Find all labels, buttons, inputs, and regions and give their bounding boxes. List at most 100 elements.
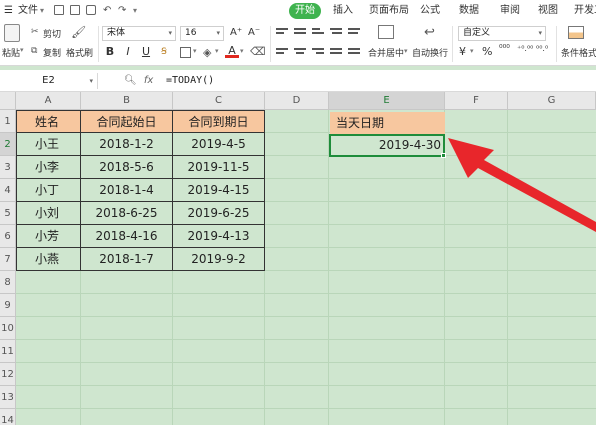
tab-review[interactable]: 审阅 <box>500 4 520 18</box>
currency-dropdown-icon[interactable]: ▾ <box>470 47 474 55</box>
bold-button[interactable]: B <box>103 45 117 59</box>
file-menu[interactable]: 文件 <box>18 4 38 18</box>
font-grow-button[interactable]: A⁺ <box>230 27 242 38</box>
paste-dropdown-icon[interactable]: ▾ <box>20 46 24 54</box>
redo-icon[interactable]: ↷ <box>118 4 126 18</box>
column-header-f[interactable]: F <box>445 92 508 110</box>
cell-c1[interactable]: 合同到期日 <box>173 110 265 133</box>
cell-c4[interactable]: 2019-4-15 <box>173 179 265 202</box>
row-header-9[interactable]: 9 <box>0 294 16 317</box>
underline-button[interactable]: U <box>139 45 153 59</box>
row-header-10[interactable]: 10 <box>0 317 16 340</box>
cell-b4[interactable]: 2018-1-4 <box>81 179 173 202</box>
menu-icon[interactable]: ☰ <box>4 4 13 18</box>
cell-c6[interactable]: 2019-4-13 <box>173 225 265 248</box>
cell-a2[interactable]: 小王 <box>16 133 81 156</box>
border-dropdown-icon[interactable]: ▾ <box>193 47 197 55</box>
undo-icon[interactable]: ↶ <box>103 4 111 18</box>
column-header-c[interactable]: C <box>173 92 265 110</box>
cell-b2[interactable]: 2018-1-2 <box>81 133 173 156</box>
cell-a4[interactable]: 小丁 <box>16 179 81 202</box>
row-header-6[interactable]: 6 <box>0 225 16 248</box>
border-icon[interactable] <box>180 47 191 58</box>
row-header-13[interactable]: 13 <box>0 386 16 409</box>
row-header-11[interactable]: 11 <box>0 340 16 363</box>
cell-c3[interactable]: 2019-11-5 <box>173 156 265 179</box>
row-header-1[interactable]: 1 <box>0 110 16 133</box>
row-header-7[interactable]: 7 <box>0 248 16 271</box>
outdent-icon[interactable] <box>348 28 360 38</box>
thousands-separator-button[interactable]: ⁰⁰⁰ <box>499 44 510 54</box>
tab-formula[interactable]: 公式 <box>420 4 440 18</box>
font-color-button[interactable]: A <box>225 44 239 58</box>
cell-c5[interactable]: 2019-6-25 <box>173 202 265 225</box>
tab-data[interactable]: 数据 <box>459 4 479 18</box>
column-header-e[interactable]: E <box>329 92 445 110</box>
cell-e2-today-value[interactable]: 2019-4-30 <box>329 134 445 157</box>
italic-button[interactable]: I <box>121 45 135 59</box>
number-format-select[interactable]: 自定义 ▾ <box>458 26 546 41</box>
quick-access-dropdown-icon[interactable]: ▾ <box>133 4 137 18</box>
column-header-d[interactable]: D <box>265 92 329 110</box>
cell-c2[interactable]: 2019-4-5 <box>173 133 265 156</box>
fill-dropdown-icon[interactable]: ▾ <box>215 47 219 55</box>
font-color-dropdown-icon[interactable]: ▾ <box>240 47 244 55</box>
cell-a3[interactable]: 小李 <box>16 156 81 179</box>
select-all-corner[interactable] <box>0 92 16 110</box>
row-header-14[interactable]: 14 <box>0 409 16 425</box>
print-preview-icon[interactable] <box>86 5 96 15</box>
save-icon[interactable] <box>54 5 64 15</box>
row-header-3[interactable]: 3 <box>0 156 16 179</box>
cell-b3[interactable]: 2018-5-6 <box>81 156 173 179</box>
font-name-select[interactable]: 宋体 ▾ <box>102 26 176 41</box>
cell-e1-today-header[interactable]: 当天日期 <box>330 112 445 134</box>
justify-icon[interactable] <box>330 48 342 58</box>
align-center-icon[interactable] <box>294 48 306 58</box>
currency-button[interactable]: ¥ <box>459 45 466 58</box>
align-middle-icon[interactable] <box>294 28 306 38</box>
fx-button[interactable]: fx <box>144 75 153 86</box>
cell-a7[interactable]: 小燕 <box>16 248 81 271</box>
cell-a5[interactable]: 小刘 <box>16 202 81 225</box>
format-painter-button[interactable]: 格式刷 <box>66 46 93 59</box>
tab-view[interactable]: 视图 <box>538 4 558 18</box>
worksheet-grid[interactable]: ABCDEFG 1 2 3 4 5 6 7 8 9 10 11 12 13 14 姓名 合同起始日 合同到期日… <box>0 92 596 425</box>
row-header-2[interactable]: 2 <box>0 133 16 156</box>
cell-b1[interactable]: 合同起始日 <box>81 110 173 133</box>
chevron-down-icon[interactable]: ▾ <box>40 4 44 18</box>
row-header-4[interactable]: 4 <box>0 179 16 202</box>
column-header-a[interactable]: A <box>16 92 81 110</box>
tab-page-layout[interactable]: 页面布局 <box>369 4 409 18</box>
row-header-12[interactable]: 12 <box>0 363 16 386</box>
font-shrink-button[interactable]: A⁻ <box>248 27 260 38</box>
column-header-b[interactable]: B <box>81 92 173 110</box>
column-header-g[interactable]: G <box>508 92 596 110</box>
cut-button[interactable]: 剪切 <box>43 27 61 40</box>
merge-dropdown-icon[interactable]: ▾ <box>404 47 408 55</box>
align-bottom-icon[interactable] <box>312 28 324 38</box>
cell-b5[interactable]: 2018-6-25 <box>81 202 173 225</box>
conditional-format-button[interactable]: 条件格式 <box>561 46 596 59</box>
wrap-text-button[interactable]: 自动换行 <box>412 46 448 59</box>
eraser-icon[interactable]: ⌫ <box>250 45 266 58</box>
fill-color-icon[interactable]: ◈ <box>203 46 211 59</box>
row-header-5[interactable]: 5 <box>0 202 16 225</box>
fill-handle[interactable] <box>441 153 446 158</box>
tab-developer[interactable]: 开发工 <box>574 4 596 18</box>
cell-b6[interactable]: 2018-4-16 <box>81 225 173 248</box>
decrease-decimal-button[interactable]: ⁰⁰.⁰ <box>536 44 548 53</box>
align-right-icon[interactable] <box>312 48 324 58</box>
merge-center-button[interactable]: 合并居中 <box>368 46 404 59</box>
cell-c7[interactable]: 2019-9-2 <box>173 248 265 271</box>
align-top-icon[interactable] <box>276 28 288 38</box>
increase-decimal-button[interactable]: ⁺⁰.⁰⁰ <box>517 44 533 53</box>
zoom-icon[interactable]: 🔍︎ <box>124 75 137 86</box>
cell-b7[interactable]: 2018-1-7 <box>81 248 173 271</box>
print-icon[interactable] <box>70 5 80 15</box>
formula-input[interactable]: =TODAY() <box>166 73 214 89</box>
tab-insert[interactable]: 插入 <box>333 4 353 18</box>
align-left-icon[interactable] <box>276 48 288 58</box>
paste-button[interactable]: 粘贴 <box>2 46 20 59</box>
font-size-select[interactable]: 16 ▾ <box>180 26 224 41</box>
distributed-icon[interactable] <box>348 48 360 58</box>
